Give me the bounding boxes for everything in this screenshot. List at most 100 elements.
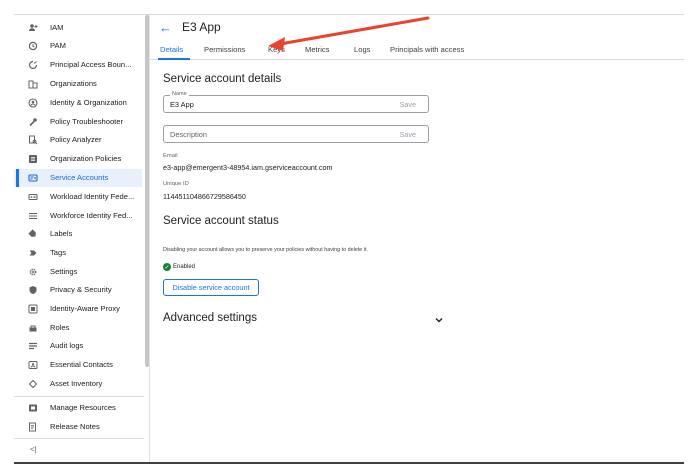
sidebar-item-workload-identity-federation[interactable]: Workload Identity Fede... xyxy=(14,188,142,206)
sidebar-item-label: PAM xyxy=(50,41,66,50)
sidebar: IAM PAM Principal Access Boun... Organiz… xyxy=(14,15,144,462)
unique-id-label: Unique ID xyxy=(163,181,189,187)
back-arrow-icon[interactable]: ← xyxy=(159,20,172,35)
sidebar-item-service-accounts[interactable]: Service Accounts xyxy=(14,169,142,187)
sidebar-item-label: Privacy & Security xyxy=(50,285,112,294)
sidebar-item-privacy-security[interactable]: Privacy & Security xyxy=(14,281,142,299)
sidebar-item-label: Policy Troubleshooter xyxy=(50,117,124,126)
tab-metrics[interactable]: Metrics xyxy=(305,45,329,54)
name-field-value: E3 App xyxy=(170,100,194,109)
description-field[interactable]: Description Save xyxy=(163,125,429,143)
collapse-sidebar-button[interactable]: <| xyxy=(30,445,37,454)
check-circle-icon: ✓ xyxy=(163,263,171,271)
description-save-button[interactable]: Save xyxy=(400,130,416,139)
sidebar-item-label: Organizations xyxy=(50,79,97,88)
page-title: E3 App xyxy=(182,20,221,34)
status-badge: ✓ Enabled xyxy=(163,263,195,271)
email-value: e3-app@emergent3-48954.iam.gserviceaccou… xyxy=(163,163,333,172)
section-title-details: Service account details xyxy=(163,73,282,85)
document-search-icon xyxy=(28,135,38,145)
tab-permissions[interactable]: Permissions xyxy=(204,45,245,54)
tab-details[interactable]: Details xyxy=(160,45,183,54)
sidebar-item-label: Identity & Organization xyxy=(50,98,127,107)
sidebar-item-label: Workforce Identity Fed... xyxy=(50,211,133,220)
advanced-settings-title[interactable]: Advanced settings xyxy=(163,312,257,324)
service-account-icon xyxy=(28,173,38,183)
sidebar-divider xyxy=(14,438,144,439)
list-box-icon xyxy=(28,154,38,164)
name-field[interactable]: Name E3 App Save xyxy=(163,91,429,113)
sidebar-item-tags[interactable]: Tags xyxy=(14,244,142,262)
sidebar-item-manage-resources[interactable]: Manage Resources xyxy=(14,399,142,417)
sidebar-item-settings[interactable]: Settings xyxy=(14,263,142,281)
person-add-icon xyxy=(28,23,38,33)
sidebar-item-label: Policy Analyzer xyxy=(50,135,102,144)
sidebar-item-label: Settings xyxy=(50,267,78,276)
sidebar-item-essential-contacts[interactable]: Essential Contacts xyxy=(14,356,142,374)
disable-service-account-button[interactable]: Disable service account xyxy=(163,279,259,296)
sidebar-item-label: Workload Identity Fede... xyxy=(50,192,135,201)
tag-arrow-icon xyxy=(28,248,38,258)
sidebar-item-iam[interactable]: IAM xyxy=(14,19,142,37)
sidebar-item-identity-organization[interactable]: Identity & Organization xyxy=(14,94,142,112)
sidebar-item-organizations[interactable]: Organizations xyxy=(14,75,142,93)
proxy-icon xyxy=(28,304,38,314)
sidebar-item-label: Service Accounts xyxy=(50,173,109,182)
sidebar-item-policy-troubleshooter[interactable]: Policy Troubleshooter xyxy=(14,113,142,131)
active-tab-indicator xyxy=(158,58,190,60)
sidebar-item-workforce-identity-federation[interactable]: Workforce Identity Fed... xyxy=(14,207,142,225)
building-icon xyxy=(28,79,38,89)
sidebar-item-identity-aware-proxy[interactable]: Identity-Aware Proxy xyxy=(14,300,142,318)
unique-id-value: 114451104866729586450 xyxy=(163,192,246,201)
sidebar-item-principal-access-boundary[interactable]: Principal Access Boun... xyxy=(14,56,142,74)
sidebar-item-labels[interactable]: Labels xyxy=(14,225,142,243)
contact-card-icon xyxy=(28,360,38,370)
folder-icon xyxy=(28,403,38,413)
list-lines-icon xyxy=(28,341,38,351)
sidebar-item-policy-analyzer[interactable]: Policy Analyzer xyxy=(14,131,142,149)
roles-icon xyxy=(28,323,38,333)
diamond-icon xyxy=(28,379,38,389)
name-save-button[interactable]: Save xyxy=(400,100,416,109)
notes-icon xyxy=(28,422,38,432)
main-content: ← E3 App Details Permissions Keys Metric… xyxy=(150,15,684,462)
shield-icon xyxy=(28,285,38,295)
section-title-status: Service account status xyxy=(163,215,279,227)
description-placeholder: Description xyxy=(170,130,207,139)
sidebar-item-audit-logs[interactable]: Audit logs xyxy=(14,337,142,355)
sidebar-divider xyxy=(14,396,144,397)
account-circle-icon xyxy=(28,98,38,108)
sidebar-item-label: Tags xyxy=(50,248,67,257)
tab-bar: Details Permissions Keys Metrics Logs Pr… xyxy=(150,40,684,60)
sidebar-item-release-notes[interactable]: Release Notes xyxy=(14,418,142,436)
sidebar-item-asset-inventory[interactable]: Asset Inventory xyxy=(14,375,142,393)
sidebar-item-label: Organization Policies xyxy=(50,154,122,163)
sidebar-item-label: Manage Resources xyxy=(50,403,116,412)
status-note: Disabling your account allows you to pre… xyxy=(163,247,368,253)
sidebar-item-organization-policies[interactable]: Organization Policies xyxy=(14,150,142,168)
status-text: Enabled xyxy=(173,264,196,270)
sidebar-item-label: Identity-Aware Proxy xyxy=(50,304,120,313)
sidebar-item-label: Release Notes xyxy=(50,422,100,431)
sidebar-item-label: Audit logs xyxy=(50,341,84,350)
sidebar-item-label: Principal Access Boun... xyxy=(50,60,132,69)
tab-keys[interactable]: Keys xyxy=(268,45,285,54)
tab-principals-with-access[interactable]: Principals with access xyxy=(390,45,464,54)
sidebar-item-label: IAM xyxy=(50,23,64,32)
sidebar-item-label: Labels xyxy=(50,229,73,238)
email-label: Email xyxy=(163,153,178,159)
sidebar-item-label: Roles xyxy=(50,323,70,332)
name-field-label: Name xyxy=(170,91,189,97)
gear-icon xyxy=(28,267,38,277)
chevron-down-icon[interactable] xyxy=(434,315,444,325)
app-window: IAM PAM Principal Access Boun... Organiz… xyxy=(14,14,684,464)
boundary-icon xyxy=(28,60,38,70)
shield-clock-icon xyxy=(28,41,38,51)
sidebar-item-roles[interactable]: Roles xyxy=(14,319,142,337)
sidebar-item-pam[interactable]: PAM xyxy=(14,37,142,55)
list-icon xyxy=(28,211,38,221)
sidebar-item-label: Asset Inventory xyxy=(50,379,103,388)
wrench-icon xyxy=(28,117,38,127)
id-card-icon xyxy=(28,192,38,202)
tab-logs[interactable]: Logs xyxy=(354,45,370,54)
